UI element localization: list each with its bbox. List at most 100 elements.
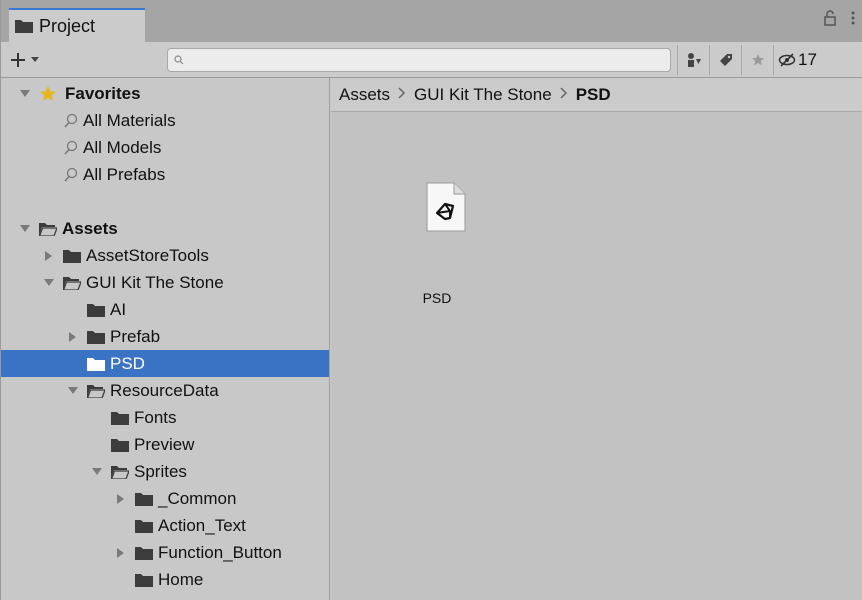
folder-icon xyxy=(135,546,153,560)
tree-item-icon xyxy=(135,546,158,560)
tree-item[interactable]: Assets xyxy=(1,215,329,242)
folder-tree: Favorites All Materials All Models All Pref… xyxy=(1,78,330,600)
search-icon xyxy=(64,167,78,181)
tree-item-icon xyxy=(111,465,134,479)
tree-item-label: All Models xyxy=(83,137,162,157)
tree-item[interactable]: AI xyxy=(1,296,329,323)
project-tab[interactable]: Project xyxy=(9,8,145,42)
tree-item[interactable]: Fonts xyxy=(1,404,329,431)
search-by-label-button[interactable] xyxy=(709,45,741,75)
chevron-right-icon[interactable] xyxy=(117,493,125,504)
tree-item-icon xyxy=(135,492,158,506)
tree-expand-toggle[interactable] xyxy=(67,385,79,397)
tree-item[interactable]: Favorites xyxy=(1,80,329,107)
folder-icon xyxy=(111,411,129,425)
shapes-icon xyxy=(687,53,701,67)
tree-item[interactable]: Sprites xyxy=(1,458,329,485)
tree-item-icon xyxy=(63,113,83,129)
tree-expand-toggle[interactable] xyxy=(43,277,55,289)
unity-scene-file-icon xyxy=(426,182,466,232)
chevron-right-icon[interactable] xyxy=(45,250,53,261)
tree-item[interactable]: PSD xyxy=(1,350,329,377)
tree-item[interactable]: Preview xyxy=(1,431,329,458)
tree-item-label: Favorites xyxy=(65,83,141,103)
chevron-down-icon[interactable] xyxy=(44,278,54,287)
tree-expand-toggle xyxy=(115,520,127,532)
tree-item[interactable]: Home xyxy=(1,566,329,593)
tree-item[interactable]: Function_Button xyxy=(1,539,329,566)
folder-icon xyxy=(63,249,81,263)
lock-icon[interactable] xyxy=(823,10,837,26)
search-input[interactable] xyxy=(190,52,660,68)
breadcrumb-separator-icon xyxy=(398,86,406,104)
kebab-menu-icon[interactable] xyxy=(851,10,855,26)
tree-item[interactable]: All Models xyxy=(1,134,329,161)
chevron-right-icon[interactable] xyxy=(117,547,125,558)
chevron-down-icon[interactable] xyxy=(20,89,30,98)
tree-item-label: GUI Kit The Stone xyxy=(86,272,224,292)
tree-expand-toggle xyxy=(67,358,79,370)
chevron-right-icon[interactable] xyxy=(69,331,77,342)
tree-item[interactable]: Prefab xyxy=(1,323,329,350)
tree-expand-toggle[interactable] xyxy=(43,250,55,262)
chevron-down-icon xyxy=(31,57,39,62)
tree-item-icon xyxy=(135,519,158,533)
tree-item-label: All Materials xyxy=(83,110,176,130)
search-by-type-button[interactable] xyxy=(677,45,709,75)
tree-item-icon xyxy=(87,330,110,344)
favorites-button[interactable] xyxy=(741,45,773,75)
breadcrumb-item[interactable]: GUI Kit The Stone xyxy=(414,85,552,105)
asset-name: PSD xyxy=(422,290,452,306)
tree-expand-toggle[interactable] xyxy=(67,331,79,343)
tree-item-label: PSD xyxy=(110,353,145,373)
tree-item[interactable]: Icons xyxy=(1,593,329,600)
folder-icon xyxy=(135,519,153,533)
tree-expand-toggle[interactable] xyxy=(91,466,103,478)
tree-expand-toggle[interactable] xyxy=(115,547,127,559)
hidden-packages-toggle[interactable]: 17 xyxy=(773,45,821,75)
asset-item[interactable]: PSD xyxy=(407,182,467,306)
breadcrumb-item[interactable]: PSD xyxy=(576,85,611,105)
tree-expand-toggle[interactable] xyxy=(19,88,31,100)
tree-item-label: Home xyxy=(158,569,204,589)
tree-item-icon xyxy=(111,411,134,425)
chevron-down-icon[interactable] xyxy=(92,467,102,476)
tree-item-icon xyxy=(111,438,134,452)
tree-item[interactable]: _Common xyxy=(1,485,329,512)
tree-item-icon xyxy=(63,140,83,156)
tree-item-icon xyxy=(39,85,65,103)
tree-expand-toggle[interactable] xyxy=(115,493,127,505)
tree-item[interactable]: AssetStoreTools xyxy=(1,242,329,269)
tree-item[interactable]: ResourceData xyxy=(1,377,329,404)
tree-item-icon xyxy=(63,276,86,290)
plus-icon xyxy=(11,53,25,67)
tree-item[interactable]: All Materials xyxy=(1,107,329,134)
asset-grid: PSD xyxy=(331,112,862,600)
tree-item-icon xyxy=(87,303,110,317)
search-icon xyxy=(64,140,78,154)
tree-item-label: Fonts xyxy=(134,407,177,427)
tree-item[interactable]: All Prefabs xyxy=(1,161,329,188)
tree-item-icon xyxy=(63,167,83,183)
project-window: Project 17 Favorites All Materials All M… xyxy=(0,0,862,600)
folder-icon xyxy=(135,573,153,587)
tree-item-label: AssetStoreTools xyxy=(86,245,209,265)
folder-icon xyxy=(87,330,105,344)
search-icon xyxy=(64,113,78,127)
folder-icon xyxy=(87,357,105,371)
tree-item[interactable]: Action_Text xyxy=(1,512,329,539)
breadcrumb-item[interactable]: Assets xyxy=(339,85,390,105)
search-field[interactable] xyxy=(167,48,671,72)
chevron-down-icon[interactable] xyxy=(68,386,78,395)
tree-item[interactable]: GUI Kit The Stone xyxy=(1,269,329,296)
tree-item xyxy=(1,188,329,215)
create-dropdown-button[interactable] xyxy=(9,48,51,72)
title-bar: Project xyxy=(1,0,862,42)
search-icon xyxy=(174,55,184,65)
tree-expand-toggle[interactable] xyxy=(19,223,31,235)
tree-item-label: ResourceData xyxy=(110,380,219,400)
toolbar: 17 xyxy=(1,42,862,78)
chevron-down-icon[interactable] xyxy=(20,224,30,233)
tree-item-label: All Prefabs xyxy=(83,164,166,184)
tree-item-label: Preview xyxy=(134,434,195,454)
